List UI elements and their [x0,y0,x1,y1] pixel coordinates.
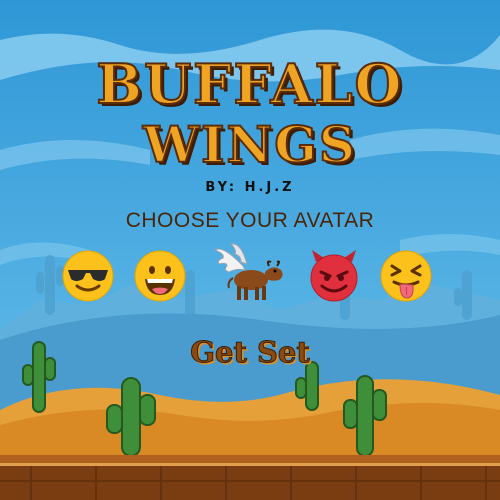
avatar-prompt: CHOOSE YOUR AVATAR [125,209,375,232]
author-byline: BY: H.J.Z [205,180,295,195]
get-set-button[interactable]: Get Set [0,335,500,370]
avatar-devil-emoji[interactable] [306,248,362,304]
avatar-sunglasses-emoji[interactable] [60,248,116,304]
title-line-2: WINGS [142,114,358,175]
title-line-1: BUFFALO [95,51,404,117]
avatar-tongue-out-emoji[interactable] [378,248,434,304]
avatar-laughing-emoji[interactable] [132,248,188,304]
avatar-winged-buffalo[interactable] [213,240,287,304]
game-screen: BUFFALO WINGS BY: H.J.Z CHOOSE YOUR AVAT… [0,0,500,500]
